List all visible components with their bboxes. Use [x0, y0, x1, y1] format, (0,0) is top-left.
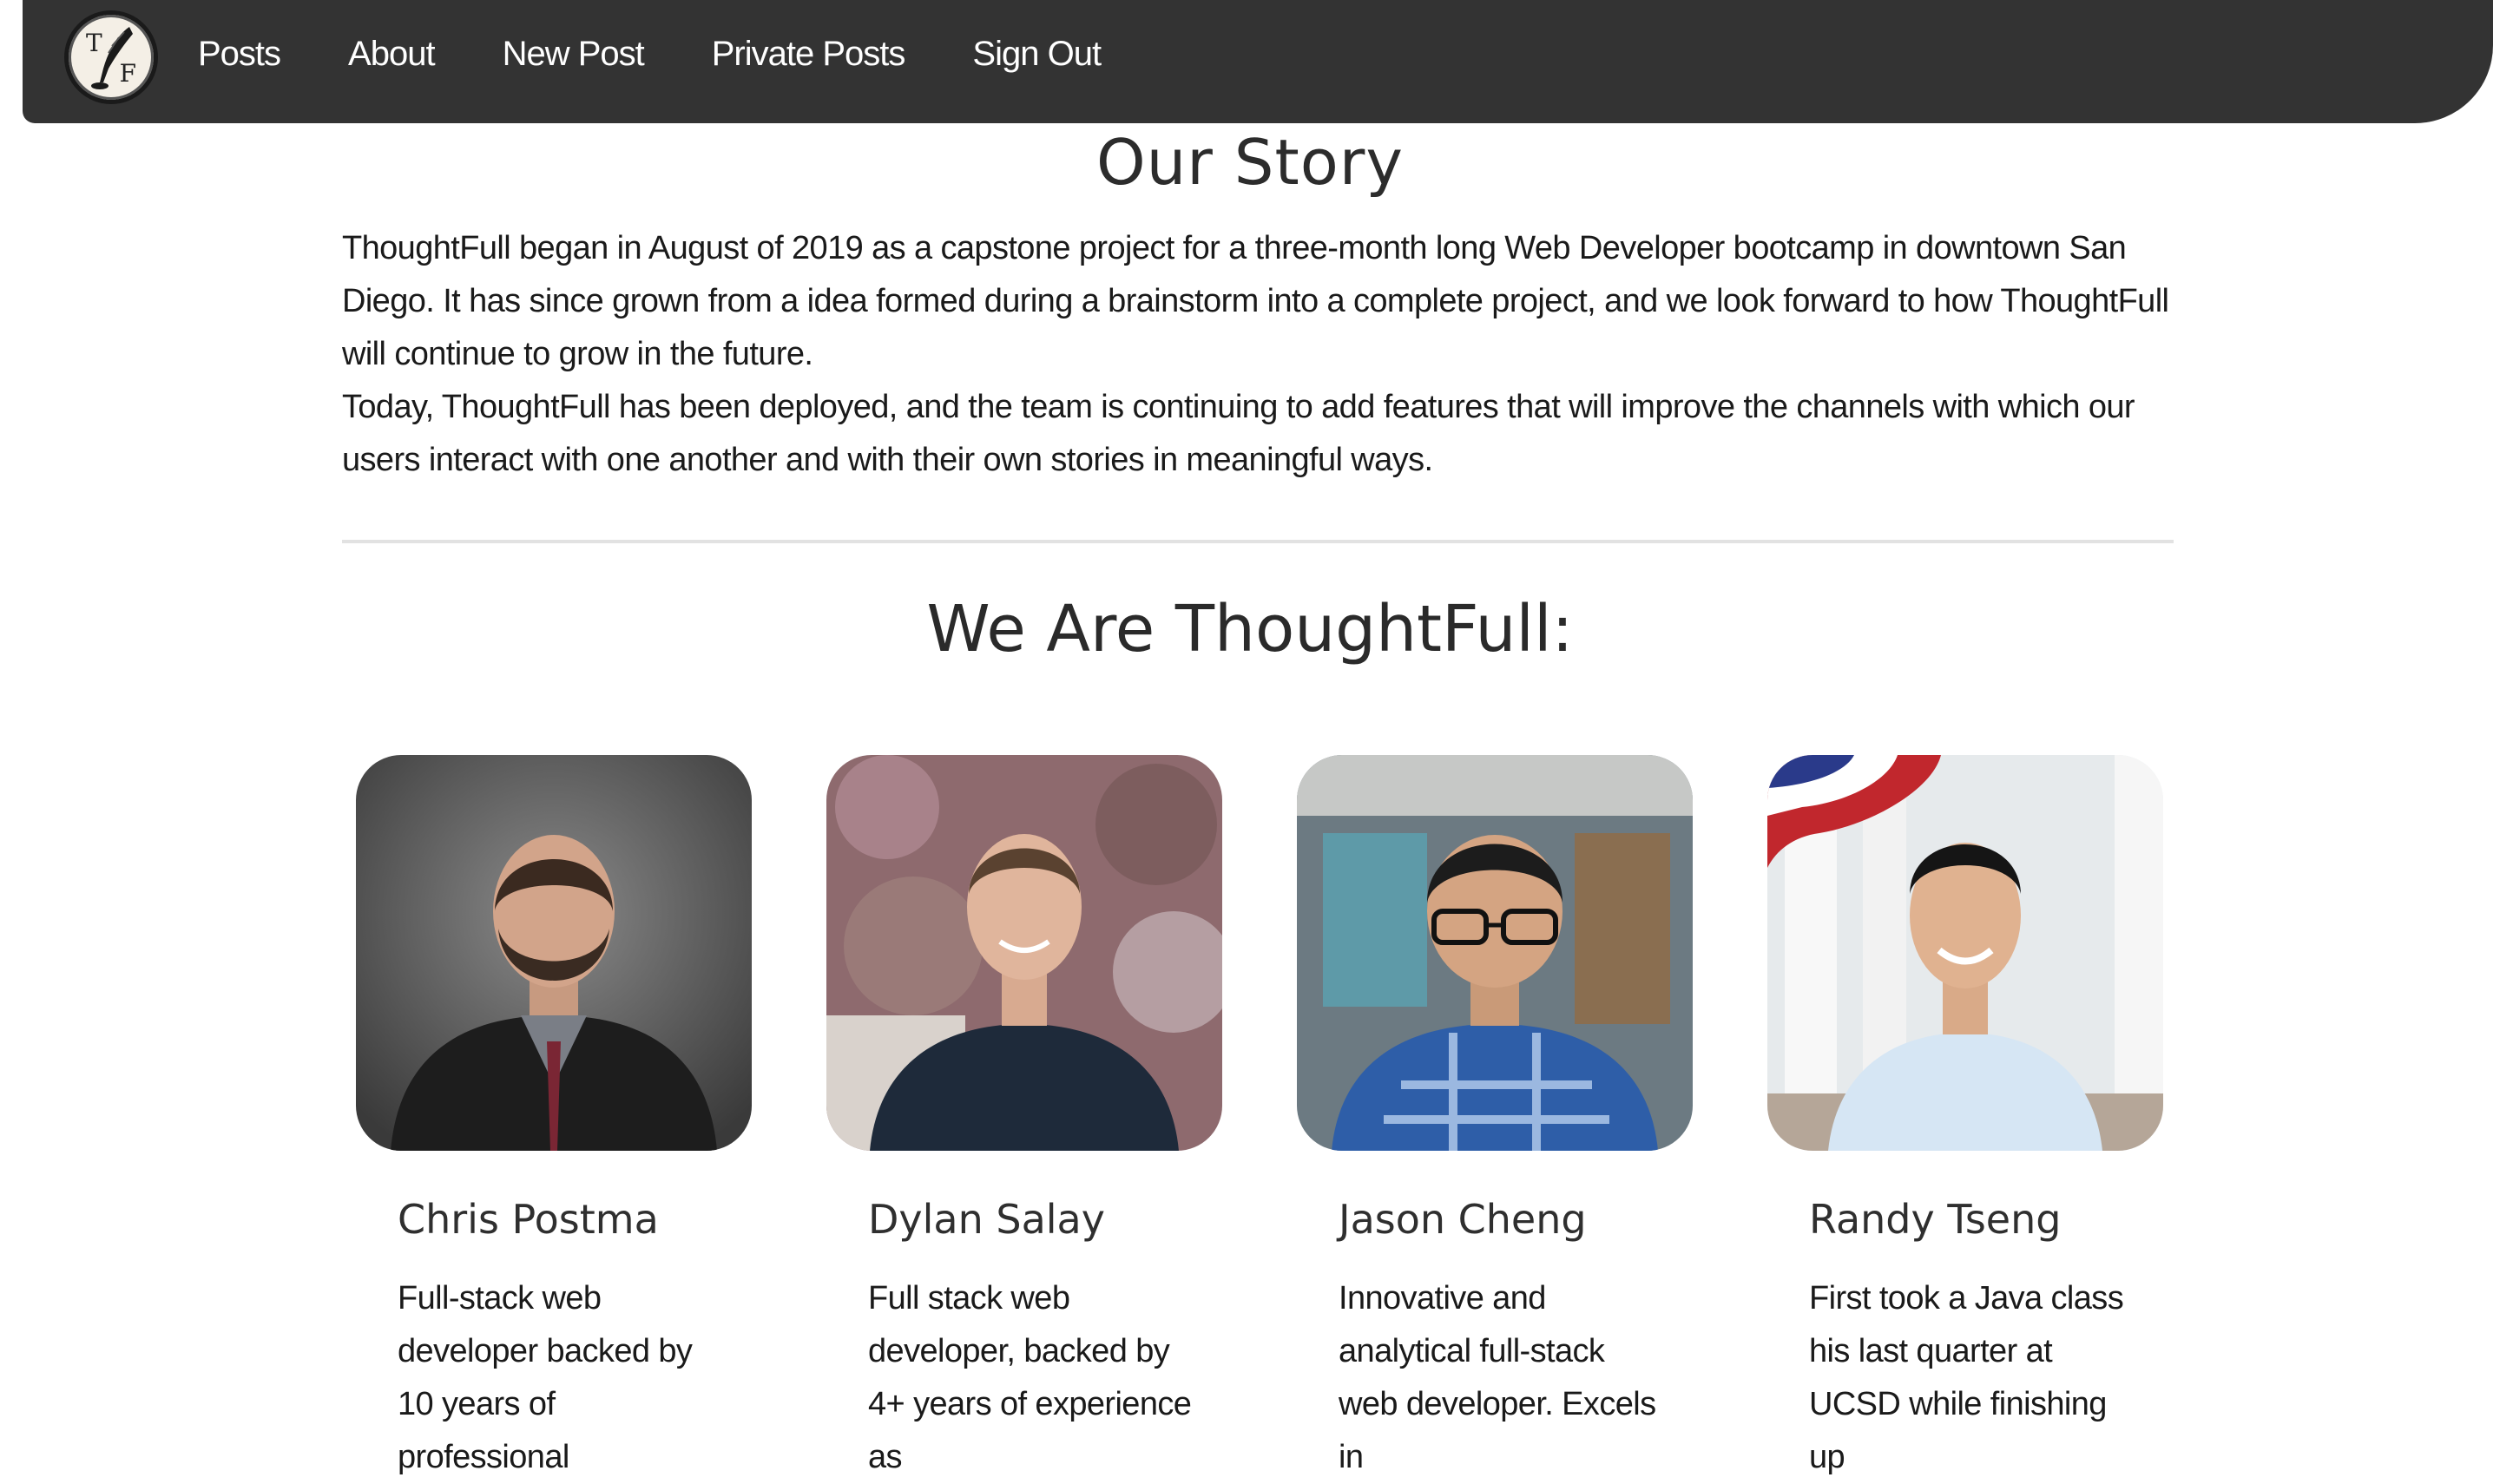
team-member-bio: Full stack web developer, backed by 4+ y… — [868, 1280, 1192, 1475]
nav-links: Posts About New Post Private Posts Sign … — [198, 0, 1168, 108]
nav-link-new-post[interactable]: New Post — [503, 35, 645, 74]
story-paragraph: Today, ThoughtFull has been deployed, an… — [342, 389, 2135, 478]
nav-link-private-posts[interactable]: Private Posts — [712, 35, 906, 74]
thoughtfull-logo-icon[interactable]: T F — [64, 10, 158, 104]
team-member-photo — [356, 755, 752, 1151]
team-member-card: Randy Tseng First took a Java class his … — [1767, 755, 2167, 1484]
nav-link-posts[interactable]: Posts — [198, 35, 281, 74]
team-member-name: Jason Cheng — [1339, 1196, 1587, 1243]
team-member-bio: Innovative and analytical full-stack web… — [1339, 1280, 1656, 1475]
quill-icon — [91, 27, 133, 89]
team-member-name: Randy Tseng — [1809, 1196, 2062, 1243]
team-member-name: Dylan Salay — [868, 1196, 1105, 1243]
team-heading: We Are ThoughtFull: — [926, 592, 1574, 666]
story-paragraph: ThoughtFull began in August of 2019 as a… — [342, 230, 2169, 372]
team-member-card: Jason Cheng Innovative and analytical fu… — [1297, 755, 1696, 1484]
team-member-photo — [1767, 755, 2163, 1151]
story-text: ThoughtFull began in August of 2019 as a… — [342, 222, 2182, 487]
section-divider — [342, 540, 2174, 543]
team-member-card: Chris Postma Full-stack web developer ba… — [356, 755, 755, 1484]
logo-letter-f: F — [119, 59, 136, 88]
team-member-photo — [1297, 755, 1693, 1151]
team-member-card: Dylan Salay Full stack web developer, ba… — [826, 755, 1226, 1484]
team-member-bio: Full-stack web developer backed by 10 ye… — [398, 1280, 693, 1475]
logo-letter-t: T — [86, 29, 102, 57]
team-member-photo — [826, 755, 1222, 1151]
team-member-name: Chris Postma — [398, 1196, 659, 1243]
navbar: T F Posts About New Post Private Posts S… — [23, 0, 2493, 123]
nav-link-about[interactable]: About — [348, 35, 436, 74]
team-member-bio: First took a Java class his last quarter… — [1809, 1280, 2124, 1475]
nav-link-sign-out[interactable]: Sign Out — [972, 35, 1102, 74]
story-heading: Our Story — [1096, 126, 1404, 199]
